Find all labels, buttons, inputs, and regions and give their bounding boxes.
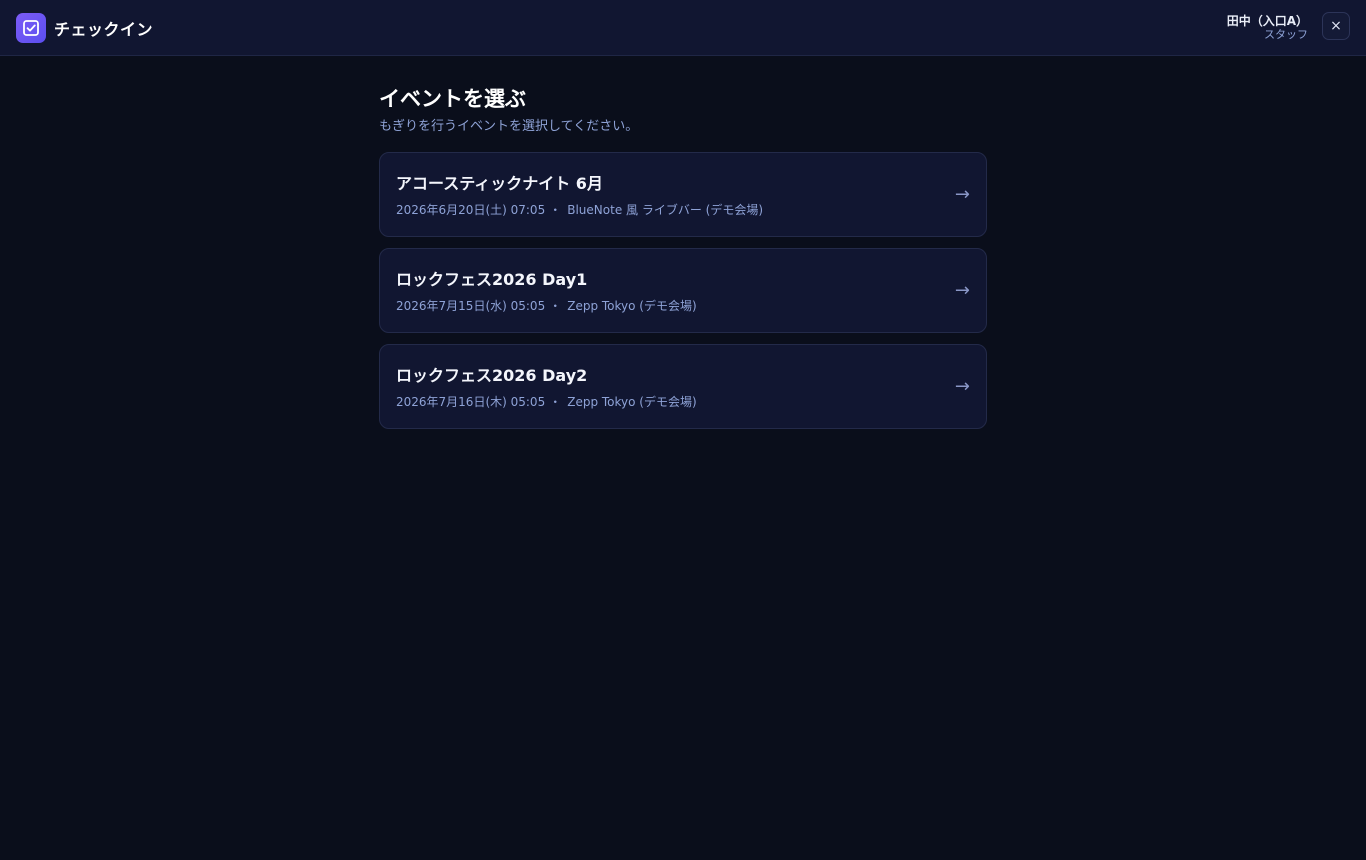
event-card[interactable]: ロックフェス2026 Day2 2026年7月16日(木) 05:05 ・ Zepp… <box>379 344 987 429</box>
user-name: 田中（入口A） <box>1226 14 1308 28</box>
main-content: イベントを選ぶ もぎりを行うイベントを選択してください。 アコースティックナイト… <box>379 86 987 440</box>
event-venue: BlueNote 風 ライブバー (デモ会場) <box>567 203 764 217</box>
close-button[interactable]: × <box>1322 12 1350 40</box>
close-icon: × <box>1330 18 1342 34</box>
meta-separator: ・ <box>549 395 562 409</box>
brand: チェックイン <box>16 13 153 43</box>
event-meta: 2026年7月15日(水) 05:05 ・ Zepp Tokyo (デモ会場) <box>396 298 697 314</box>
page-title: イベントを選ぶ <box>379 87 526 111</box>
event-card[interactable]: アコースティックナイト 6月 2026年6月20日(土) 07:05 ・ BlueN… <box>379 152 987 237</box>
event-meta: 2026年7月16日(木) 05:05 ・ Zepp Tokyo (デモ会場) <box>396 394 697 410</box>
app-title: チェックイン <box>54 20 154 39</box>
user-info: 田中（入口A） スタッフ <box>1227 13 1308 41</box>
user-role: スタッフ <box>1264 28 1308 41</box>
arrow-right-icon: → <box>954 280 970 301</box>
event-list: アコースティックナイト 6月 2026年6月20日(土) 07:05 ・ BlueN… <box>379 152 987 429</box>
event-datetime: 2026年6月20日(土) 07:05 <box>396 203 546 217</box>
event-title: ロックフェス2026 Day1 <box>396 270 588 289</box>
meta-separator: ・ <box>549 299 562 313</box>
arrow-right-icon: → <box>954 184 970 205</box>
check-square-icon <box>16 13 46 43</box>
event-meta: 2026年6月20日(土) 07:05 ・ BlueNote 風 ライブバー (デモ… <box>396 202 763 218</box>
event-venue: Zepp Tokyo (デモ会場) <box>567 395 697 409</box>
event-title: ロックフェス2026 Day2 <box>396 366 588 385</box>
event-title: アコースティックナイト 6月 <box>396 174 603 193</box>
meta-separator: ・ <box>549 203 562 217</box>
top-bar: チェックイン 田中（入口A） スタッフ × <box>0 0 1366 56</box>
arrow-right-icon: → <box>954 376 970 397</box>
event-datetime: 2026年7月15日(水) 05:05 <box>396 299 546 313</box>
event-card[interactable]: ロックフェス2026 Day1 2026年7月15日(水) 05:05 ・ Zepp… <box>379 248 987 333</box>
event-venue: Zepp Tokyo (デモ会場) <box>567 299 697 313</box>
event-datetime: 2026年7月16日(木) 05:05 <box>396 395 546 409</box>
page-subtitle: もぎりを行うイベントを選択してください。 <box>379 119 639 134</box>
